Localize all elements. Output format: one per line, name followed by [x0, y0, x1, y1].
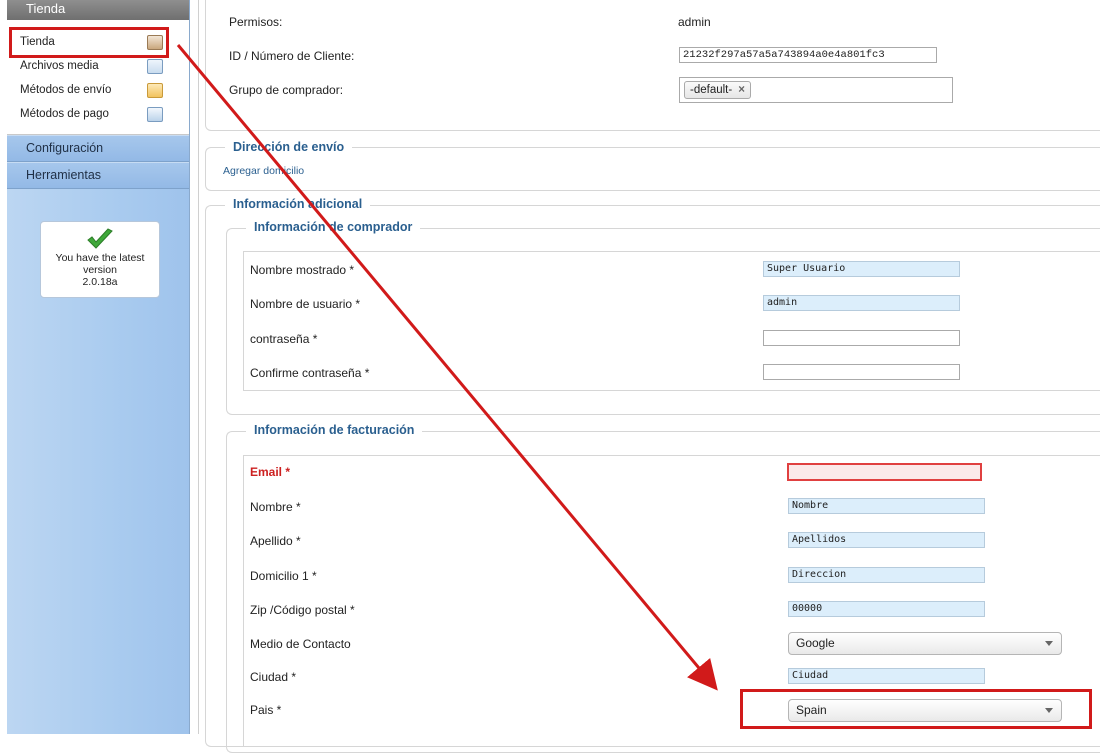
zip-label: Zip /Código postal * [250, 603, 355, 617]
permisos-label: Permisos: [229, 15, 283, 29]
customer-id-field[interactable]: 21232f297a57a5a743894a0e4a801fc3 [679, 47, 937, 63]
sidebar-item-archivos-media[interactable]: Archivos media [7, 54, 189, 78]
username-field[interactable]: admin [763, 295, 960, 311]
buyer-group-tag-label: -default- [690, 84, 733, 96]
sidebar-item-metodos-envio[interactable]: Métodos de envío [7, 78, 189, 102]
media-icon [147, 59, 163, 74]
first-name-label: Nombre * [250, 500, 301, 514]
country-value: Spain [796, 703, 827, 717]
sidebar-header: Tienda [7, 0, 189, 20]
confirm-password-field[interactable] [763, 364, 960, 380]
email-label: Email * [250, 465, 291, 479]
version-line-2: version [83, 264, 117, 276]
additional-info-legend: Información adicional [225, 197, 371, 211]
sidebar-section-herramientas[interactable]: Herramientas [7, 162, 189, 189]
country-select[interactable]: Spain [788, 699, 1062, 722]
contact-medium-label: Medio de Contacto [250, 637, 351, 651]
version-status-box: You have the latest version 2.0.18a [40, 221, 160, 298]
sidebar-item-label: Métodos de pago [20, 108, 109, 120]
sidebar-item-label: Métodos de envío [20, 84, 112, 96]
city-field[interactable]: Ciudad [788, 668, 985, 684]
sidebar-menu: Tienda Archivos media Métodos de envío M… [7, 20, 189, 135]
permisos-value: admin [678, 15, 711, 29]
city-label: Ciudad * [250, 670, 297, 684]
buyer-group-label: Grupo de comprador: [229, 83, 344, 97]
sidebar-item-label: Tienda [20, 36, 55, 48]
username-label: Nombre de usuario * [250, 297, 361, 311]
last-name-field[interactable]: Apellidos [788, 532, 985, 548]
first-name-field[interactable]: Nombre [788, 498, 985, 514]
sidebar-item-metodos-pago[interactable]: Métodos de pago [7, 102, 189, 126]
chevron-down-icon [1045, 708, 1053, 713]
main-content: Permisos: admin ID / Número de Cliente: … [198, 0, 1100, 753]
user-icon [147, 35, 163, 50]
buyer-group-tag: -default- × [684, 81, 751, 99]
email-field[interactable] [787, 463, 982, 481]
display-name-field[interactable]: Super Usuario [763, 261, 960, 277]
buyer-info-legend: Información de comprador [246, 220, 421, 234]
zip-field[interactable]: 00000 [788, 601, 985, 617]
country-label: Pais * [250, 703, 282, 717]
version-line-1: You have the latest [55, 252, 145, 264]
sidebar-item-label: Archivos media [20, 60, 99, 72]
truck-icon [147, 83, 163, 98]
buyer-info-table [243, 251, 1100, 391]
customer-id-label: ID / Número de Cliente: [229, 49, 355, 63]
version-number: 2.0.18a [82, 276, 118, 288]
contact-medium-select[interactable]: Google [788, 632, 1062, 655]
payment-icon [147, 107, 163, 122]
checkmark-icon [87, 228, 113, 249]
contact-medium-value: Google [796, 636, 835, 650]
buyer-group-select[interactable]: -default- × [679, 77, 953, 103]
sidebar: Tienda Tienda Archivos media Métodos de … [7, 0, 190, 734]
add-address-link[interactable]: Agregar domicilio [223, 165, 304, 177]
billing-info-legend: Información de facturación [246, 423, 423, 437]
sidebar-section-configuracion[interactable]: Configuración [7, 135, 189, 162]
last-name-label: Apellido * [250, 534, 301, 548]
account-panel [205, 0, 1100, 131]
chevron-down-icon [1045, 641, 1053, 646]
address1-field[interactable]: Direccion [788, 567, 985, 583]
password-label: contraseña * [250, 332, 318, 346]
sidebar-item-tienda[interactable]: Tienda [7, 30, 189, 54]
confirm-password-label: Confirme contraseña * [250, 366, 370, 380]
tag-remove-icon[interactable]: × [738, 84, 745, 96]
shipping-legend: Dirección de envío [225, 140, 353, 154]
address1-label: Domicilio 1 * [250, 569, 317, 583]
display-name-label: Nombre mostrado * [250, 263, 355, 277]
password-field[interactable] [763, 330, 960, 346]
